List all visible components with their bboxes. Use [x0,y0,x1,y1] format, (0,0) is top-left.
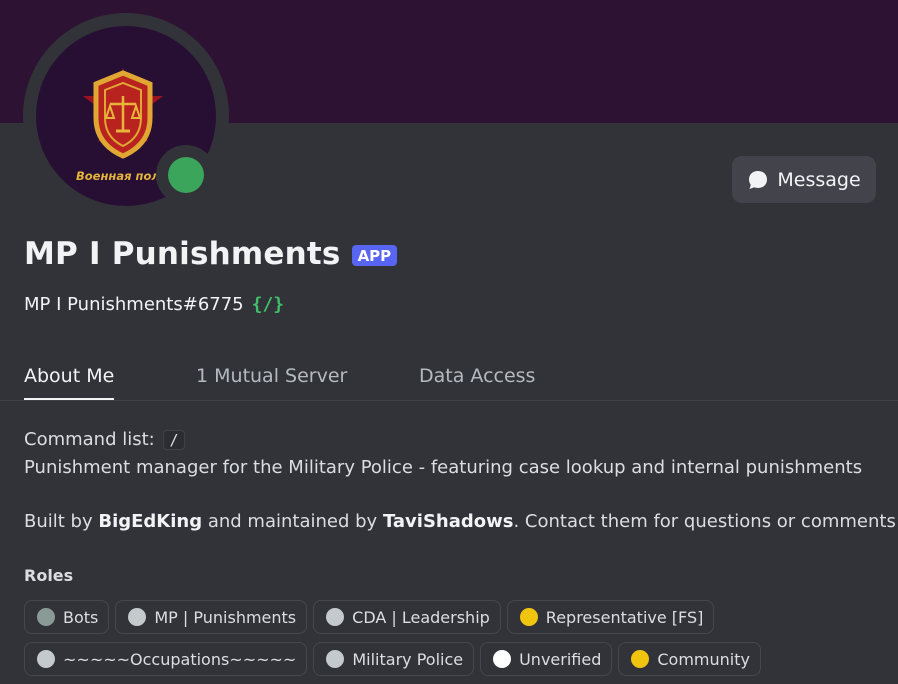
role-color-dot [326,650,345,668]
online-status-icon [168,157,204,193]
role-color-dot [631,650,650,668]
slash-commands-icon[interactable]: {/} [252,294,285,315]
username: MP I Punishments#6775 [24,294,244,315]
role-color-dot [128,608,147,626]
role-name: Community [657,649,750,669]
command-list-label: Command list: [24,429,155,450]
role-color-dot [37,650,55,668]
role-pill[interactable]: CDA | Leadership [313,600,501,634]
role-name: Unverified [519,649,602,669]
status-indicator [156,145,216,205]
role-name: CDA | Leadership [352,607,490,627]
role-pill[interactable]: Military Police [313,642,475,676]
role-name: Bots [63,607,99,627]
role-pill[interactable]: MP | Punishments [115,600,308,634]
message-button[interactable]: Message [732,156,876,203]
app-badge: APP [351,244,398,266]
username-row: MP I Punishments#6775 {/} [24,294,284,315]
role-name: ~~~~~Occupations~~~~~ [63,649,297,669]
profile-tabs: About Me 1 Mutual Server Data Access [24,365,898,401]
roles-list: Bots MP | Punishments CDA | Leadership R… [24,600,894,684]
builder-name: BigEdKing [98,511,203,532]
bot-description: Punishment manager for the Military Poli… [24,457,863,478]
tab-data-access[interactable]: Data Access [419,365,535,398]
command-list-code: / [163,430,185,450]
role-pill[interactable]: Representative [FS] [506,600,715,634]
message-button-label: Message [777,168,861,191]
tabs-divider [0,400,898,401]
maintainer-name: TaviShadows [382,511,514,532]
tab-mutual-servers[interactable]: 1 Mutual Server [196,365,347,398]
title-row: MP I Punishments APP [24,236,398,272]
role-pill[interactable]: Unverified [480,642,613,676]
role-pill[interactable]: ~~~~~Occupations~~~~~ [24,642,308,676]
role-name: Representative [FS] [545,607,704,627]
role-color-dot [37,608,55,626]
role-name: MP | Punishments [154,607,297,627]
about-me-section: Command list: / Punishment manager for t… [24,426,896,536]
role-color-dot [493,650,512,668]
role-color-dot [326,608,345,626]
roles-heading: Roles [24,566,74,585]
role-pill[interactable]: Community [618,642,761,676]
role-color-dot [519,608,538,626]
role-pill[interactable]: Bots [24,600,110,634]
display-name: MP I Punishments [24,236,341,272]
role-name: Military Police [352,649,464,669]
command-list-line: Command list: / [24,426,884,454]
credits-line: Built by BigEdKing and maintained by Tav… [24,511,896,532]
tab-about-me[interactable]: About Me [24,365,115,401]
chat-bubble-icon [749,170,768,189]
